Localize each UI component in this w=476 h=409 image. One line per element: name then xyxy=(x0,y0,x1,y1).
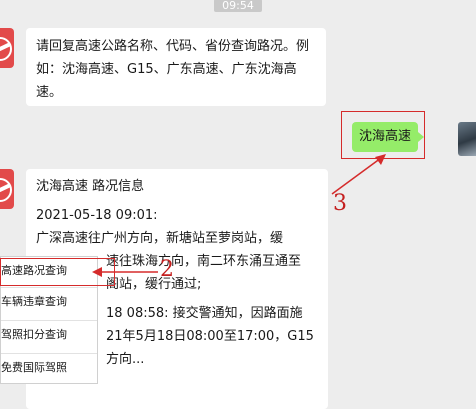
user-message-bubble: 沈海高速 xyxy=(352,122,424,152)
menu-divider xyxy=(1,353,97,354)
annotation-arrow-3 xyxy=(331,157,382,195)
menu-divider xyxy=(1,287,97,288)
annotation-box-menu-item xyxy=(0,258,115,286)
bot-reply-line: 沈海高速 路况信息 xyxy=(36,179,145,194)
menu-item-license-points[interactable]: 驾照扣分查询 xyxy=(1,324,97,346)
bot-avatar-logo-icon[interactable] xyxy=(0,28,14,68)
menu-item-intl-license[interactable]: 免费国际驾照 xyxy=(1,357,97,379)
time-stamp-bar: 09:54 xyxy=(0,0,476,12)
user-message-text: 沈海高速 xyxy=(358,129,411,144)
bot-reply-line: 广深高速往广州方向，新塘站至萝岗站，缓 xyxy=(36,231,284,246)
time-stamp: 09:54 xyxy=(214,0,262,12)
bot-avatar-logo-icon-2[interactable] xyxy=(0,169,14,209)
bot-intro-text: 请回复高速公路名称、代码、省份查询路况。例如：沈海高速、G15、广东高速、广东沈… xyxy=(36,39,310,100)
menu-divider xyxy=(1,320,97,321)
annotation-label-3: 3 xyxy=(333,191,347,216)
bot-intro-bubble: 请回复高速公路名称、代码、省份查询路况。例如：沈海高速、G15、广东高速、广东沈… xyxy=(26,28,326,106)
bot-reply-line: 2021-05-18 09:01: xyxy=(36,208,158,223)
menu-item-vehicle-violation[interactable]: 车辆违章查询 xyxy=(1,291,97,313)
annotation-label-2: 2 xyxy=(160,257,174,282)
user-avatar[interactable] xyxy=(458,122,476,156)
